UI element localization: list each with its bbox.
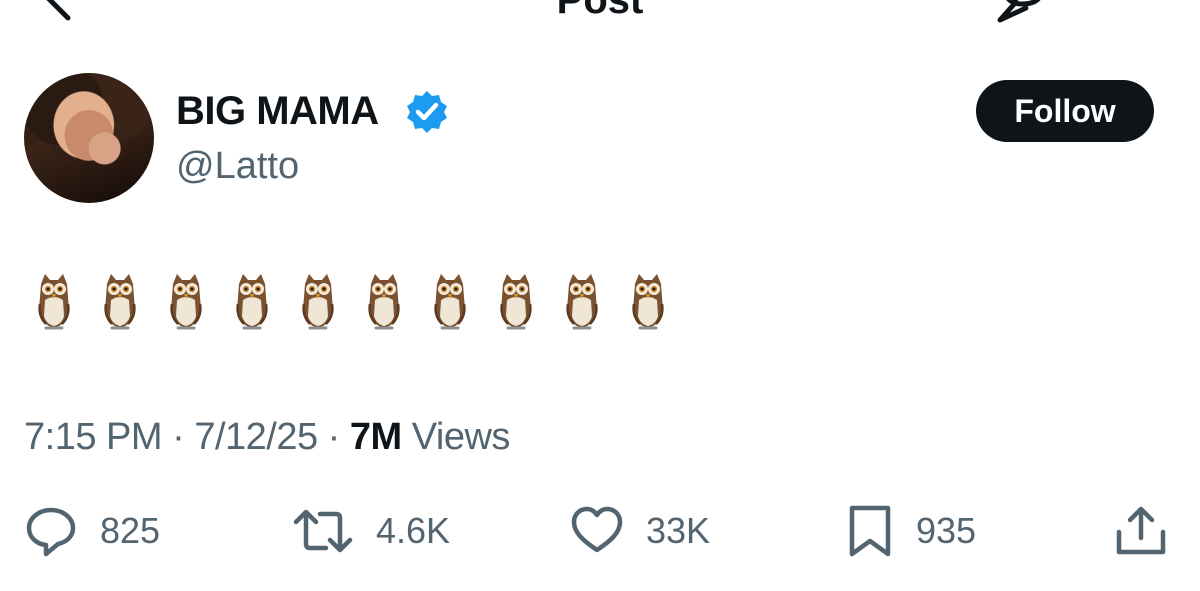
- tweet-date[interactable]: 7/12/25: [194, 416, 318, 458]
- avatar[interactable]: [24, 73, 154, 203]
- owl-icon: [632, 274, 664, 330]
- bookmark-button[interactable]: 935: [846, 504, 976, 558]
- repost-icon: [293, 509, 353, 553]
- tweet-time[interactable]: 7:15 PM: [24, 416, 163, 458]
- display-name[interactable]: BIG MAMA: [176, 88, 379, 134]
- share-icon[interactable]: [1114, 504, 1168, 558]
- reply-icon[interactable]: [996, 0, 1052, 24]
- owl-icon: [170, 274, 202, 330]
- owl-icon: [236, 274, 268, 330]
- heart-icon: [571, 506, 623, 553]
- owl-icon: [38, 274, 70, 330]
- views-count: 7M: [349, 416, 402, 458]
- tweet-meta: 7:15 PM · 7/12/25 · 7M Views: [24, 416, 511, 458]
- repost-count: 4.6K: [376, 510, 451, 551]
- owl-icon: [500, 274, 532, 330]
- owl-icon: [566, 274, 598, 330]
- verified-badge-icon[interactable]: [404, 89, 450, 135]
- like-button[interactable]: 33K: [570, 504, 710, 558]
- tweet-text: [36, 270, 666, 340]
- like-count: 33K: [646, 510, 711, 551]
- owl-icon: [368, 274, 400, 330]
- owl-icon: [434, 274, 466, 330]
- more-icon[interactable]: [1090, 0, 1150, 8]
- views-label: Views: [401, 416, 511, 458]
- reply-count: 825: [100, 510, 161, 551]
- bookmark-icon: [849, 505, 891, 557]
- follow-button[interactable]: Follow: [976, 80, 1154, 142]
- user-handle[interactable]: @Latto: [176, 143, 299, 189]
- owl-icon: [104, 274, 136, 330]
- repost-button[interactable]: 4.6K: [292, 504, 450, 558]
- reply-button[interactable]: 825: [24, 504, 160, 558]
- reply-icon: [26, 507, 76, 557]
- bookmark-count: 935: [916, 510, 977, 551]
- owl-icon: [302, 274, 334, 330]
